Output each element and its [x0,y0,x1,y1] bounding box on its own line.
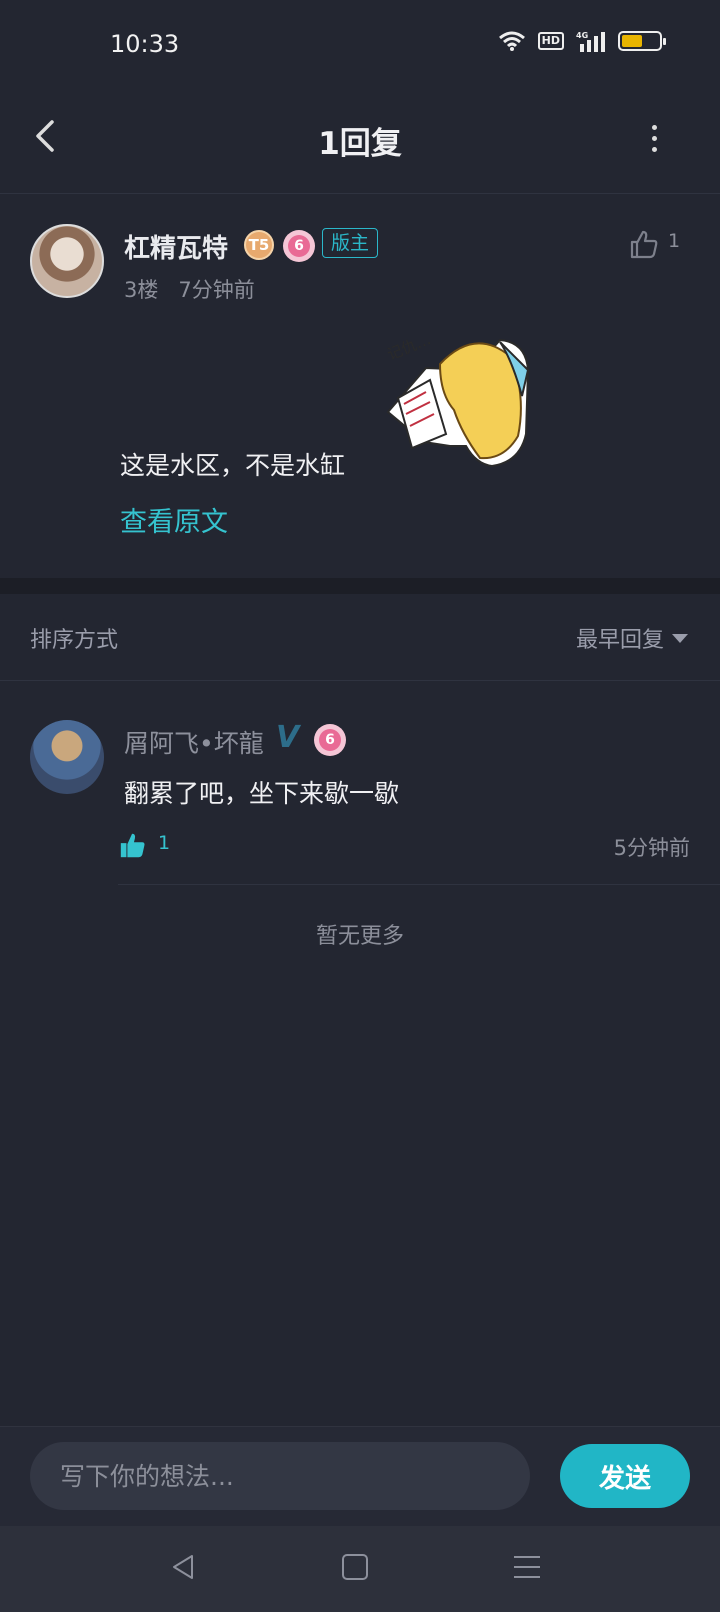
more-dot-icon [651,135,657,141]
fan-badge: 6 [283,230,315,262]
caret-down-icon[interactable] [672,634,688,643]
like-count: 1 [668,230,681,252]
floor-number: 3楼 [124,278,159,302]
nav-back-icon[interactable] [168,1552,198,1582]
comment-input[interactable] [60,1461,500,1491]
reply-like-button[interactable] [118,830,148,860]
wifi-icon [498,31,525,51]
section-separator [0,578,720,594]
nav-home-icon[interactable] [342,1554,368,1580]
post-meta: 3楼 7分钟前 [124,274,255,304]
comment-input-wrapper[interactable] [30,1442,530,1510]
sort-label: 排序方式 [30,628,119,653]
author-name[interactable]: 杠精瓦特 [124,228,228,265]
nav-menu-icon[interactable] [514,1554,540,1580]
reply-avatar[interactable] [30,720,104,794]
thumbs-up-filled-icon [120,833,145,858]
post-text: 这是水区，不是水缸 [120,451,346,480]
thumbs-up-icon [630,230,658,259]
hd-badge: HD [537,32,564,50]
signal-icon: 4G [576,31,605,52]
reply-author-name[interactable]: 屑阿飞•坏龍 [124,724,264,760]
view-original-link[interactable]: 查看原文 [120,500,228,539]
post-time: 7分钟前 [178,278,255,302]
sticker-image: 记仇… [385,330,530,468]
level-badge: T5 [244,230,274,260]
verified-badge: V [276,720,300,755]
author-avatar[interactable] [30,224,104,298]
reply-time: 5分钟前 [613,836,690,860]
sort-divider [0,680,720,681]
no-more-text: 暂无更多 [315,924,404,949]
sort-dropdown[interactable]: 最早回复 [576,622,664,654]
reply-text: 翻累了吧，坐下来歇一歇 [124,779,400,808]
role-tag: 版主 [322,228,379,258]
send-button[interactable]: 发送 [560,1444,690,1508]
reply-fan-badge: 6 [314,724,346,756]
more-options-button[interactable] [634,118,674,158]
battery-icon [618,31,666,51]
reply-like-count: 1 [158,832,171,854]
sticker-caption: 记仇… [385,330,433,364]
header-divider [0,193,720,194]
network-label: 4G [576,31,588,40]
more-dot-icon [651,124,657,130]
status-time: 10:33 [110,30,180,58]
page-title: 1回复 [318,126,402,162]
like-button[interactable] [628,228,660,260]
reply-divider [118,884,720,885]
status-icons: HD 4G [498,30,666,52]
more-dot-icon [651,146,657,152]
battery-level [622,35,642,47]
